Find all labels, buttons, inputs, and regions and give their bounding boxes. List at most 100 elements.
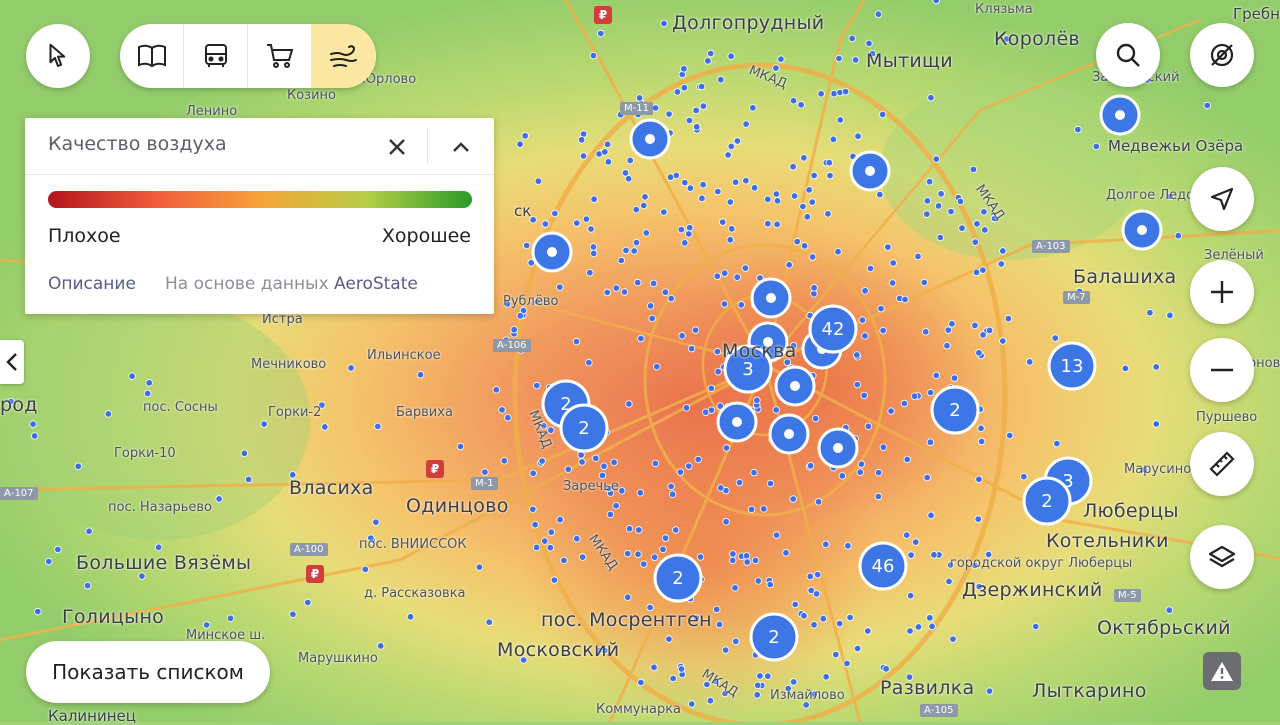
station-point[interactable] (843, 659, 851, 668)
station-point[interactable] (677, 225, 685, 234)
station-point[interactable] (772, 190, 781, 198)
station-point[interactable] (797, 101, 805, 109)
station-point[interactable] (923, 473, 931, 482)
layers-button[interactable] (1190, 525, 1254, 589)
station-point[interactable] (791, 600, 799, 609)
station-point[interactable] (667, 294, 675, 303)
ruler-button[interactable] (1190, 432, 1254, 496)
station-marker[interactable] (1121, 209, 1163, 251)
station-point[interactable] (635, 526, 643, 534)
station-point[interactable] (741, 264, 750, 272)
station-point[interactable] (640, 560, 648, 568)
cluster-marker[interactable]: 2 (653, 553, 703, 603)
station-point[interactable] (948, 320, 956, 328)
station-point[interactable] (973, 220, 981, 228)
station-point[interactable] (751, 556, 760, 565)
station-point[interactable] (589, 243, 598, 251)
station-point[interactable] (749, 104, 757, 112)
station-point[interactable] (934, 202, 943, 210)
station-point[interactable] (577, 136, 586, 144)
station-point[interactable] (678, 332, 686, 340)
station-point[interactable] (600, 462, 608, 470)
station-point[interactable] (808, 253, 817, 261)
station-point[interactable] (764, 219, 772, 228)
station-point[interactable] (668, 490, 677, 498)
station-point[interactable] (516, 312, 524, 320)
station-point[interactable] (900, 399, 909, 408)
station-point[interactable] (625, 400, 633, 408)
station-point[interactable] (756, 672, 764, 680)
station-point[interactable] (707, 406, 716, 414)
station-point[interactable] (104, 410, 113, 418)
cluster-marker[interactable]: 2 (1022, 476, 1072, 526)
toolbar-book-button[interactable] (120, 24, 184, 88)
station-point[interactable] (985, 326, 994, 335)
station-point[interactable] (592, 454, 600, 462)
station-point[interactable] (572, 337, 581, 346)
station-point[interactable] (680, 65, 688, 73)
station-point[interactable] (128, 372, 136, 380)
station-point[interactable] (861, 332, 869, 340)
station-point[interactable] (672, 526, 680, 534)
station-point[interactable] (665, 110, 673, 118)
station-point[interactable] (650, 663, 658, 671)
station-point[interactable] (932, 0, 940, 5)
station-point[interactable] (706, 697, 715, 705)
station-point[interactable] (1031, 622, 1040, 631)
station-point[interactable] (853, 380, 861, 389)
station-point[interactable] (621, 169, 630, 177)
station-point[interactable] (971, 238, 979, 246)
station-point[interactable] (573, 219, 581, 227)
station-point[interactable] (848, 34, 856, 43)
station-point[interactable] (707, 49, 715, 58)
station-point[interactable] (646, 302, 655, 310)
station-point[interactable] (922, 328, 930, 336)
station-point[interactable] (726, 236, 734, 244)
station-point[interactable] (841, 87, 850, 96)
station-point[interactable] (923, 210, 931, 218)
station-point[interactable] (666, 173, 675, 181)
station-point[interactable] (812, 590, 821, 598)
station-point[interactable] (824, 210, 832, 218)
station-point[interactable] (304, 598, 312, 607)
station-point[interactable] (686, 223, 694, 232)
station-point[interactable] (853, 644, 862, 653)
station-point[interactable] (914, 252, 922, 261)
station-point[interactable] (754, 681, 762, 689)
station-point[interactable] (632, 205, 640, 214)
station-point[interactable] (697, 82, 706, 91)
station-point[interactable] (635, 94, 644, 102)
station-point[interactable] (240, 449, 249, 457)
station-point[interactable] (997, 260, 1005, 268)
station-point[interactable] (244, 475, 253, 484)
station-point[interactable] (999, 247, 1007, 255)
station-point[interactable] (835, 619, 844, 628)
station-point[interactable] (943, 342, 951, 350)
station-point[interactable] (971, 321, 979, 330)
station-point[interactable] (698, 194, 706, 202)
station-point[interactable] (764, 672, 772, 680)
station-point[interactable] (651, 459, 660, 468)
station-point[interactable] (889, 259, 897, 267)
station-point[interactable] (534, 177, 543, 185)
station-point[interactable] (590, 249, 598, 258)
station-point[interactable] (721, 646, 730, 654)
station-point[interactable] (651, 104, 660, 112)
station-point[interactable] (660, 208, 668, 216)
station-point[interactable] (641, 193, 649, 201)
station-point[interactable] (814, 570, 822, 579)
station-point[interactable] (504, 414, 512, 422)
station-point[interactable] (624, 549, 632, 558)
station-point[interactable] (910, 392, 919, 400)
station-point[interactable] (347, 364, 355, 372)
station-point[interactable] (728, 225, 736, 233)
station-point[interactable] (979, 266, 987, 274)
station-point[interactable] (882, 665, 890, 673)
station-point[interactable] (733, 273, 741, 281)
station-point[interactable] (877, 304, 885, 313)
station-point[interactable] (661, 534, 670, 542)
station-point[interactable] (865, 39, 873, 48)
zoom-out-button[interactable] (1190, 338, 1254, 402)
station-point[interactable] (932, 371, 940, 380)
station-point[interactable] (715, 620, 724, 629)
